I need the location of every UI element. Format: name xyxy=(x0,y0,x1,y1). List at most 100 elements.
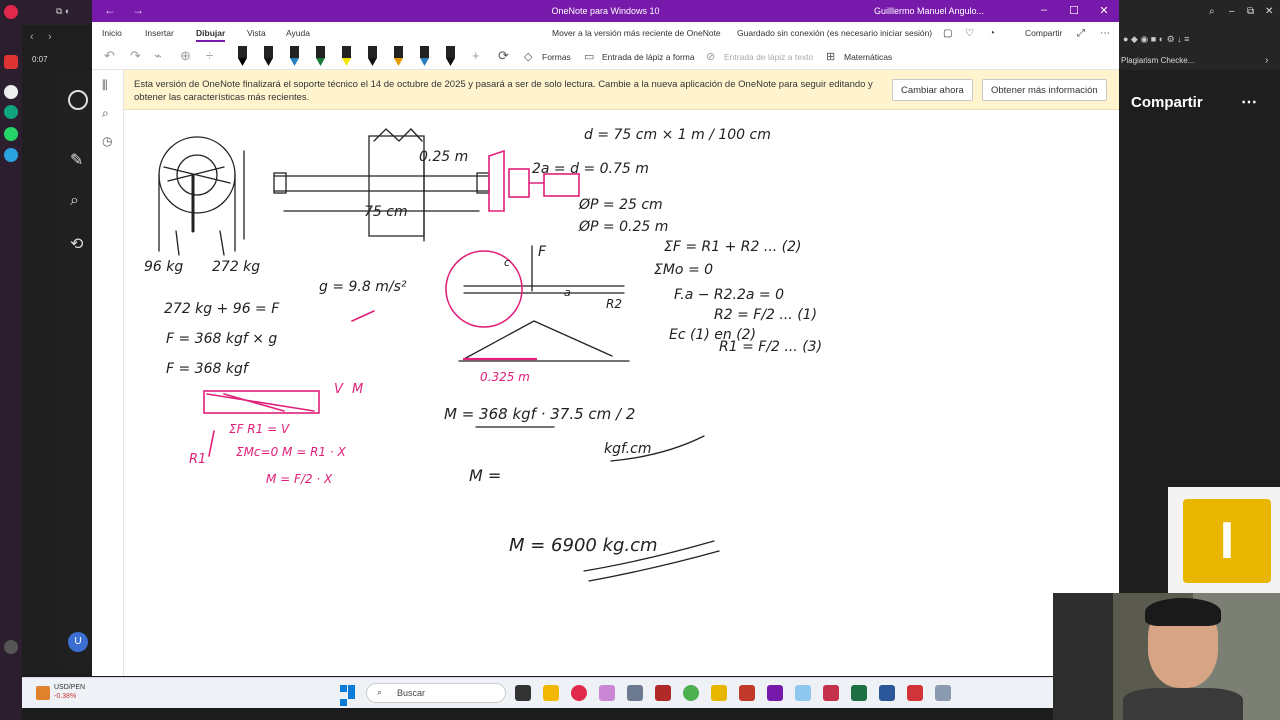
pen-tool[interactable] xyxy=(342,46,351,66)
tab-inicio[interactable]: Inicio xyxy=(102,28,122,38)
minimize-icon[interactable]: – xyxy=(1037,4,1051,16)
sticky-taskbar-icon[interactable] xyxy=(711,685,727,701)
youtube-icon[interactable] xyxy=(4,55,18,69)
ink-sum-f: ΣF = R1 + R2 ... (2) xyxy=(664,239,802,255)
ribbon-share-button[interactable]: Compartir xyxy=(1025,28,1062,38)
ink-label-a: a xyxy=(564,286,571,299)
share-bar: Compartir ⋯ xyxy=(1119,84,1280,120)
task-view-icon[interactable] xyxy=(515,685,531,701)
app-taskbar-icon[interactable] xyxy=(599,685,615,701)
chrome-taskbar-icon[interactable] xyxy=(683,685,699,701)
pen-tool[interactable] xyxy=(394,46,403,66)
start-icon[interactable] xyxy=(340,685,356,706)
pen-tool[interactable] xyxy=(238,46,247,66)
ticker-value: -0.38% xyxy=(54,693,77,700)
whatsapp-icon[interactable] xyxy=(4,127,18,141)
calculator-taskbar-icon[interactable] xyxy=(935,685,951,701)
ink-to-shape-icon[interactable]: ▭ xyxy=(584,50,594,63)
ruler-icon[interactable]: ⟳ xyxy=(498,48,509,64)
back-icon[interactable]: ‹ xyxy=(30,31,34,43)
chatgpt-icon[interactable] xyxy=(4,105,18,119)
restore-icon[interactable]: ⧉ xyxy=(1247,6,1254,17)
more-options-icon[interactable]: ⋯ xyxy=(1100,28,1110,39)
lightbulb-icon[interactable]: ♡ xyxy=(965,28,974,39)
app4-taskbar-icon[interactable] xyxy=(795,685,811,701)
tab-ayuda[interactable]: Ayuda xyxy=(286,28,310,38)
ink-pink-m: ΣMc=0 M = R1 · X xyxy=(236,445,346,459)
undo-icon[interactable]: ↶ xyxy=(104,48,115,64)
ink-to-shape-button[interactable]: Entrada de lápiz a forma xyxy=(602,52,695,62)
pen-tool[interactable] xyxy=(264,46,273,66)
ink-m-eq: M = 368 kgf · 37.5 cm / 2 xyxy=(444,405,635,423)
close-icon[interactable]: ✕ xyxy=(1265,6,1273,17)
pen-tool[interactable] xyxy=(368,46,377,66)
word-taskbar-icon[interactable] xyxy=(879,685,895,701)
ribbon-tabs: Inicio Insertar Dibujar Vista Ayuda Move… xyxy=(92,22,1119,42)
eraser-icon[interactable]: ÷ xyxy=(206,48,213,63)
ink-label-m: M xyxy=(352,382,363,397)
close-icon[interactable]: ✕ xyxy=(1097,4,1111,17)
pdf-taskbar-icon[interactable] xyxy=(907,685,923,701)
more-icon[interactable] xyxy=(4,640,18,654)
move-to-new-link[interactable]: Mover a la versión más reciente de OneNo… xyxy=(552,28,721,38)
recent-icon[interactable]: ◷ xyxy=(102,134,112,148)
pen-tool[interactable] xyxy=(290,46,299,66)
plagiarism-tab[interactable]: Plagiarism Checke... xyxy=(1121,56,1194,65)
notebooks-icon[interactable]: ⫼ xyxy=(102,78,108,93)
add-space-icon[interactable]: ⊕ xyxy=(180,48,191,64)
share-button[interactable]: Compartir xyxy=(1131,94,1203,111)
redo-icon[interactable]: ↷ xyxy=(130,48,141,64)
pen-tool[interactable] xyxy=(316,46,325,66)
opera-logo-icon[interactable] xyxy=(4,5,18,19)
chevron-right-icon[interactable]: › xyxy=(1265,55,1268,66)
opera-taskbar-icon[interactable] xyxy=(571,685,587,701)
lasso-icon[interactable]: ⌁ xyxy=(154,48,162,64)
user-name[interactable]: Guilllermo Manuel Angulo... xyxy=(874,6,984,16)
forward-icon[interactable]: › xyxy=(48,31,52,43)
app3-taskbar-icon[interactable] xyxy=(739,685,755,701)
expand-icon[interactable]: ⤢ xyxy=(1077,28,1085,39)
onenote-taskbar-icon[interactable] xyxy=(767,685,783,701)
edit-icon[interactable]: ✎ xyxy=(70,150,83,170)
taskbar-search[interactable]: ⌕ Buscar xyxy=(366,683,506,703)
search-icon[interactable]: ⌕ xyxy=(70,192,79,210)
ink-phi-025: ØP = 0.25 m xyxy=(578,219,668,235)
change-now-button[interactable]: Cambiar ahora xyxy=(892,79,973,101)
minimize-icon[interactable]: – xyxy=(1229,6,1235,17)
add-pen-icon[interactable]: + xyxy=(472,48,480,63)
tab-vista[interactable]: Vista xyxy=(247,28,266,38)
acrobat-taskbar-icon[interactable] xyxy=(823,685,839,701)
extension-icons[interactable]: ● ◆ ◉ ■ ◐ ⚙ ↓ ≡ xyxy=(1123,34,1189,45)
excel-taskbar-icon[interactable] xyxy=(851,685,867,701)
settings-taskbar-icon[interactable] xyxy=(627,685,643,701)
file-explorer-icon[interactable] xyxy=(543,685,559,701)
notebook-icon[interactable]: ▢ xyxy=(943,28,952,39)
ticker-widget[interactable]: USD/PEN -0.38% xyxy=(54,683,85,701)
presenter-shirt xyxy=(1123,688,1243,720)
taskbar: USD/PEN -0.38% ⌕ Buscar xyxy=(22,677,1053,708)
math-icon[interactable]: ⊞ xyxy=(826,50,835,63)
apps-icon[interactable] xyxy=(4,85,18,99)
shapes-button[interactable]: Formas xyxy=(542,52,571,62)
pen-tool[interactable] xyxy=(446,46,455,66)
search-icon[interactable]: ⌕ xyxy=(1209,6,1215,17)
pen-tool[interactable] xyxy=(420,46,429,66)
chatgpt-side-icon[interactable] xyxy=(68,90,88,110)
tab-insertar[interactable]: Insertar xyxy=(145,28,174,38)
ink-phi-25: ØP = 25 cm xyxy=(578,197,663,213)
bell-icon[interactable]: ◔ xyxy=(989,28,995,39)
maximize-icon[interactable]: ☐ xyxy=(1067,4,1081,17)
search-icon: ⌕ xyxy=(377,687,383,697)
avatar[interactable]: U xyxy=(68,632,88,652)
refresh-icon[interactable]: ⟲ xyxy=(70,234,83,254)
note-canvas[interactable]: d = 75 cm × 1 m / 100 cm 2a = d = 0.75 m… xyxy=(124,111,1119,676)
tab-dibujar[interactable]: Dibujar xyxy=(196,28,226,42)
telegram-icon[interactable] xyxy=(4,148,18,162)
more-options-icon[interactable]: ⋯ xyxy=(1241,92,1257,112)
shapes-icon[interactable]: ◇ xyxy=(524,50,532,63)
opera-side-tools: ✎ ⌕ ⟲ U xyxy=(58,70,92,670)
search-icon[interactable]: ⌕ xyxy=(102,106,109,121)
app2-taskbar-icon[interactable] xyxy=(655,685,671,701)
math-button[interactable]: Matemáticas xyxy=(844,52,892,62)
more-info-button[interactable]: Obtener más información xyxy=(982,79,1107,101)
